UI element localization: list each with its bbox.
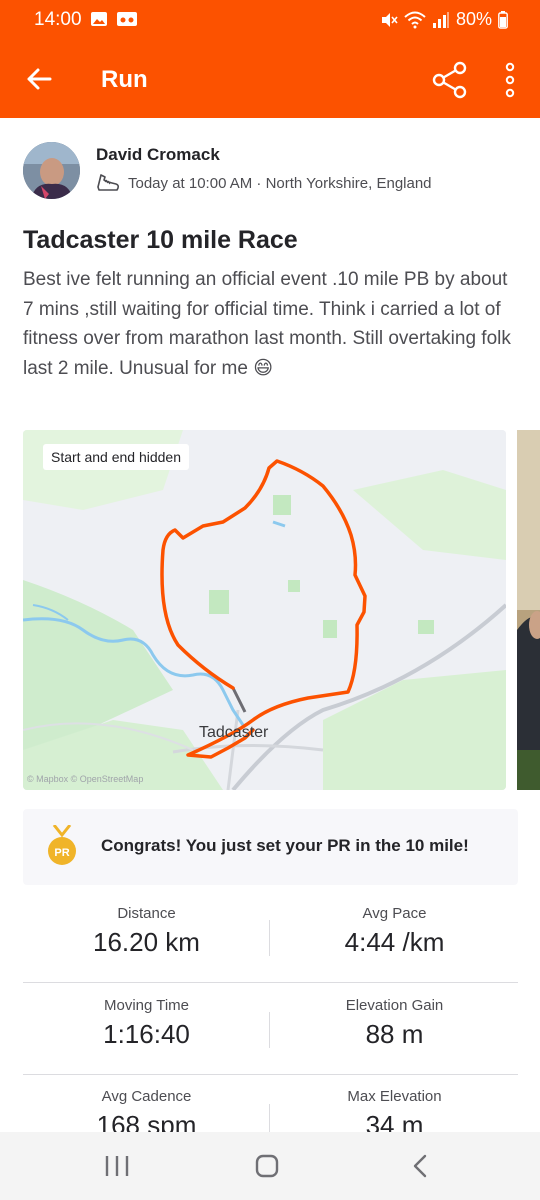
activity-description: Best ive felt running an official event … (23, 269, 511, 379)
recents-button[interactable] (72, 1132, 162, 1200)
wifi-icon (404, 11, 426, 28)
pr-medal-text: PR (54, 847, 69, 859)
stat-label: Avg Cadence (101, 1088, 192, 1105)
status-notification-icons (90, 10, 138, 28)
status-time: 14:00 (34, 9, 82, 30)
stat-label: Elevation Gain (345, 997, 444, 1014)
stat-distance: Distance 16.20 km (23, 905, 270, 958)
stat-label: Distance (117, 905, 176, 922)
activity-date-location: Today at 10:00 AM · North Yorkshire, Eng… (128, 174, 432, 192)
stat-row-divider (23, 1074, 518, 1075)
stat-value: 16.20 km (93, 927, 200, 957)
gallery-notification-icon (91, 12, 107, 26)
stat-label: Avg Pace (362, 905, 427, 922)
stat-value: 88 m (365, 1019, 424, 1049)
activity-meta: Today at 10:00 AM · North Yorkshire, Eng… (96, 173, 432, 193)
stat-elevation-gain: Elevation Gain 88 m (271, 997, 518, 1050)
pr-medal-icon: PR (47, 824, 77, 867)
stat-label: Max Elevation (347, 1088, 442, 1105)
more-vertical-icon (505, 62, 515, 98)
status-system-icons: 80% (380, 9, 508, 30)
back-icon (413, 1154, 427, 1178)
recents-icon (105, 1156, 129, 1176)
stat-moving-time: Moving Time 1:16:40 (23, 997, 270, 1050)
stat-divider (269, 920, 270, 956)
stat-label: Moving Time (103, 997, 190, 1014)
back-button[interactable] (22, 62, 56, 96)
stat-divider (269, 1012, 270, 1048)
route-map[interactable]: Start and end hidden Tadcaster © Mapbox … (23, 430, 506, 790)
pr-message: Congrats! You just set your PR in the 10… (101, 836, 469, 855)
status-bar: 14:00 80% (0, 0, 540, 40)
battery-percentage: 80% (455, 9, 492, 29)
map-privacy-badge: Start and end hidden (43, 444, 189, 470)
map-attribution[interactable]: © Mapbox © OpenStreetMap (27, 774, 143, 784)
stat-value: 4:44 /km (344, 927, 445, 957)
system-nav-bar (0, 1132, 540, 1200)
home-button[interactable] (222, 1132, 312, 1200)
mute-icon (381, 12, 398, 27)
pr-achievement-card[interactable]: PR Congrats! You just set your PR in the… (23, 809, 518, 885)
voicemail-notification-icon (117, 12, 137, 26)
more-options-button[interactable] (496, 60, 524, 100)
stat-avg-pace: Avg Pace 4:44 /km (271, 905, 518, 958)
stat-value: 1:16:40 (103, 1019, 190, 1049)
signal-icon (432, 11, 449, 28)
back-arrow-icon (27, 68, 52, 90)
share-button[interactable] (430, 60, 470, 100)
app-bar: Run (0, 40, 540, 118)
athlete-avatar[interactable] (23, 142, 80, 199)
home-icon (255, 1154, 279, 1178)
activity-photo-thumbnail[interactable] (517, 430, 540, 790)
stat-row-divider (23, 982, 518, 983)
map-town-label: Tadcaster (199, 724, 269, 741)
athlete-name[interactable]: David Cromack (96, 145, 220, 165)
share-icon (432, 61, 467, 99)
battery-icon (498, 10, 508, 29)
shoe-icon (97, 174, 120, 191)
activity-title: Tadcaster 10 mile Race (23, 226, 298, 254)
nav-back-button[interactable] (374, 1132, 464, 1200)
app-bar-title: Run (101, 66, 148, 93)
